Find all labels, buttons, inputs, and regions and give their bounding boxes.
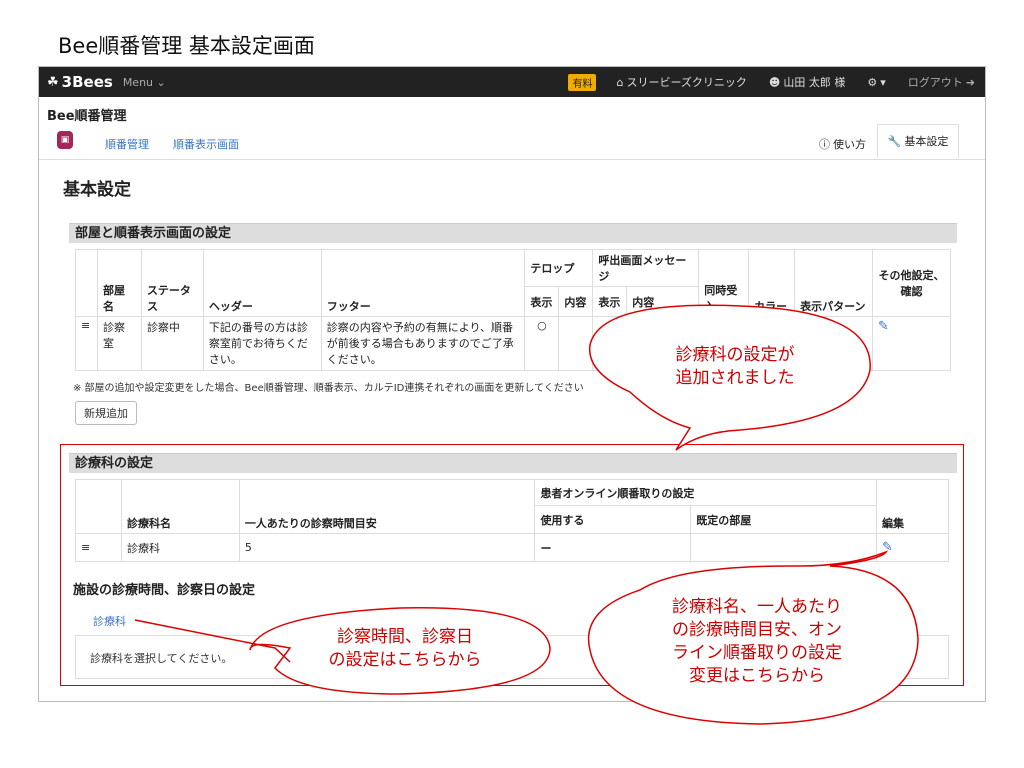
callout-edit-text: 診療科名、一人あたり の診療時間目安、オン ライン順番取りの設定 変更はこちらか… (622, 596, 892, 688)
callout-edit-line1: 診療科名、一人あたり (672, 597, 842, 617)
callout-added-text: 診療科の設定が 追加されました (620, 344, 850, 390)
callout-edit-line4: 変更はこちらから (689, 666, 825, 686)
callout-edit-line3: ライン順番取りの設定 (672, 643, 842, 663)
callout-time-text: 診察時間、診察日 の設定はこちらから (290, 626, 520, 672)
callout-added-line1: 診療科の設定が (675, 345, 795, 365)
callout-time-line2: の設定はこちらから (328, 650, 482, 670)
callout-added-line2: 追加されました (675, 368, 795, 388)
callout-edit-line2: の診療時間目安、オン (672, 620, 842, 640)
callout-time-line1: 診察時間、診察日 (337, 627, 473, 647)
